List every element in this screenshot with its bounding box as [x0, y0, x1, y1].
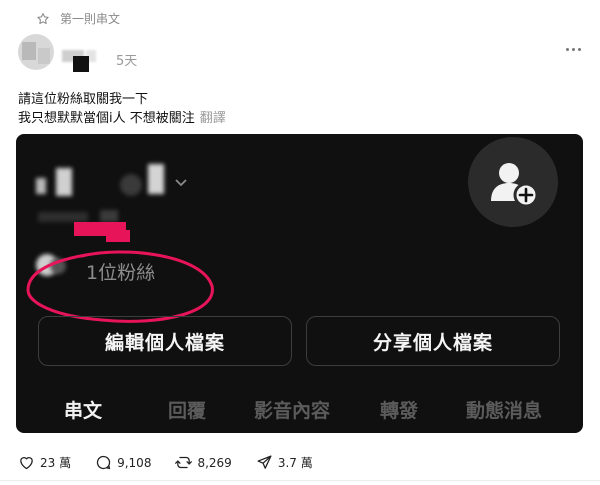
more-icon[interactable]: [566, 48, 581, 51]
post-time: 5天: [116, 54, 138, 69]
post-actions: 23 萬 9,108 8,269 3.7 萬: [18, 454, 337, 471]
repost-count: 8,269: [197, 455, 232, 470]
profile-tabs: 串文 回覆 影音內容 轉發 動態消息: [16, 396, 583, 426]
star-icon: [37, 12, 49, 24]
heart-icon: [20, 457, 33, 470]
censor-mark: [106, 230, 130, 242]
share-button[interactable]: 3.7 萬: [256, 454, 313, 471]
divider: [0, 480, 600, 481]
post-text-line: 我只想默默當個i人 不想被關注: [18, 111, 195, 126]
tab-threads[interactable]: 串文: [64, 396, 102, 423]
like-button[interactable]: 23 萬: [18, 454, 71, 471]
pinned-indicator: 第一則串文: [36, 10, 120, 27]
tab-media[interactable]: 影音內容: [254, 396, 330, 423]
post-text-line: 請這位粉絲取關我一下: [18, 92, 149, 107]
censor-block: [73, 56, 89, 72]
translate-link[interactable]: 翻譯: [200, 111, 226, 126]
share-icon: [257, 455, 272, 469]
share-count: 3.7 萬: [277, 456, 313, 470]
add-follower-button[interactable]: [468, 137, 558, 227]
chevron-down-icon[interactable]: [174, 178, 188, 188]
tab-activity[interactable]: 動態消息: [466, 396, 542, 423]
pinned-label: 第一則串文: [60, 12, 121, 26]
comment-count: 9,108: [117, 455, 152, 470]
avatar[interactable]: [18, 34, 54, 70]
add-person-icon: [491, 163, 539, 208]
repost-icon: [175, 456, 193, 469]
embedded-profile-screenshot[interactable]: 1位粉絲 編輯個人檔案 分享個人檔案 串文 回覆 影音內容 轉發 動態消息: [16, 134, 583, 433]
repost-button[interactable]: 8,269: [175, 454, 232, 471]
tab-replies[interactable]: 回覆: [168, 396, 206, 423]
post-text: 請這位粉絲取關我一下 我只想默默當個i人 不想被關注 翻譯: [18, 90, 226, 128]
tab-reposts[interactable]: 轉發: [380, 396, 418, 423]
edit-profile-button[interactable]: 編輯個人檔案: [38, 316, 292, 366]
share-profile-button[interactable]: 分享個人檔案: [306, 316, 560, 366]
comment-icon: [96, 455, 111, 470]
comment-button[interactable]: 9,108: [95, 454, 151, 471]
like-count: 23 萬: [40, 456, 72, 470]
